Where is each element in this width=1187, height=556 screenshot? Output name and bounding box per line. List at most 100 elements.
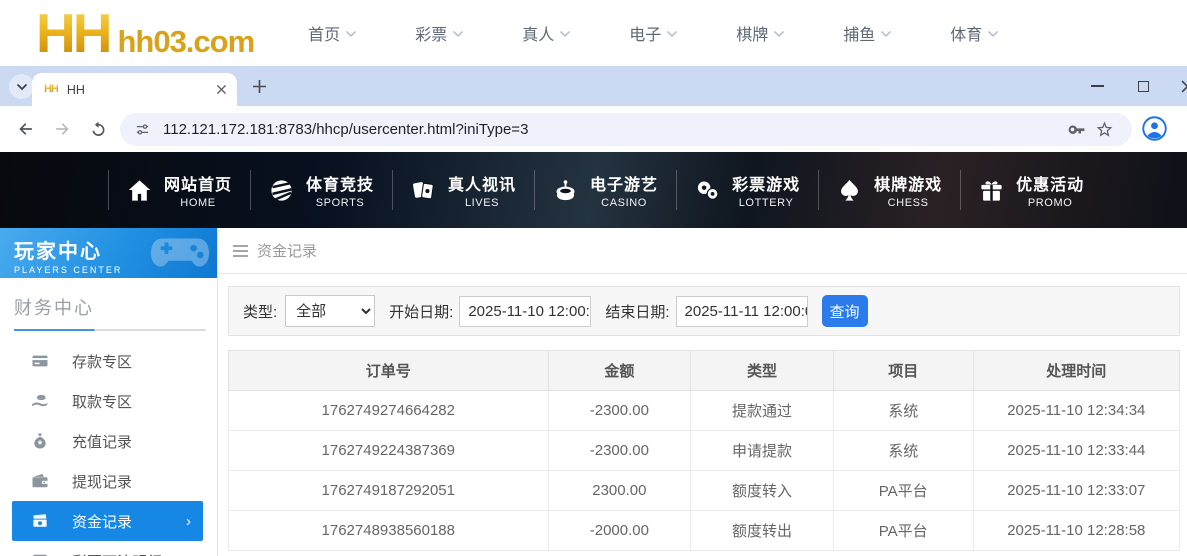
site-logo[interactable]: HH hh03.com bbox=[36, 6, 254, 61]
site-nav-item[interactable]: 首页 bbox=[308, 21, 357, 45]
table-row: 1762749224387369 -2300.00 申请提款 系统 2025-1… bbox=[229, 431, 1180, 471]
chevron-down-icon bbox=[452, 30, 464, 38]
tab-close-icon[interactable] bbox=[216, 84, 227, 95]
gift-icon bbox=[978, 177, 1005, 204]
game-nav-item[interactable]: 优惠活动 PROMO bbox=[960, 152, 1102, 228]
tab-title: HH bbox=[67, 83, 216, 97]
new-tab-button[interactable] bbox=[247, 74, 271, 98]
game-nav-item[interactable]: 体育竞技 SPORTS bbox=[250, 152, 392, 228]
back-button[interactable] bbox=[12, 115, 40, 143]
site-nav-item[interactable]: 真人 bbox=[522, 21, 571, 45]
game-nav-item[interactable]: 电子游艺 CASINO bbox=[534, 152, 676, 228]
bookmark-star-icon[interactable] bbox=[1090, 116, 1118, 144]
site-nav-label: 首页 bbox=[308, 21, 340, 45]
hamburger-menu-icon[interactable] bbox=[233, 245, 248, 257]
game-nav-item[interactable]: 彩票游戏 LOTTERY bbox=[676, 152, 818, 228]
sidebar-item[interactable]: 取款专区 bbox=[0, 381, 217, 421]
order-id-cell: 1762749274664282 bbox=[229, 391, 549, 431]
section-underline bbox=[14, 329, 206, 331]
game-nav-label-zh: 棋牌游戏 bbox=[874, 171, 942, 195]
time-cell: 2025-11-10 12:33:44 bbox=[973, 431, 1179, 471]
cash-record-icon bbox=[30, 511, 50, 531]
end-date-input[interactable] bbox=[676, 296, 808, 327]
game-nav: 网站首页 HOME 体育竞技 SPORTS 真人视讯 LIVES 电子游艺 CA… bbox=[0, 152, 1187, 228]
chevron-down-icon bbox=[16, 83, 28, 91]
gamepad-icon bbox=[149, 230, 211, 274]
site-info-icon[interactable] bbox=[134, 121, 151, 138]
sidebar-item-label: 充值记录 bbox=[72, 431, 132, 452]
site-nav-item[interactable]: 体育 bbox=[950, 21, 999, 45]
game-nav-label-en: PROMO bbox=[1028, 197, 1073, 209]
sidebar-item[interactable]: 提现记录 bbox=[0, 461, 217, 501]
table-header-row: 订单号金额类型项目处理时间 bbox=[229, 351, 1180, 391]
password-key-icon[interactable] bbox=[1062, 116, 1090, 144]
sidebar-header: 玩家中心 PLAYERS CENTER bbox=[0, 228, 217, 278]
type-select[interactable]: 全部 bbox=[285, 295, 375, 327]
table-header-cell: 金额 bbox=[548, 351, 691, 391]
reload-icon bbox=[89, 120, 108, 139]
game-nav-item[interactable]: 网站首页 HOME bbox=[108, 152, 250, 228]
sidebar-item[interactable]: 充值记录 bbox=[0, 421, 217, 461]
browser-toolbar: 112.121.172.181:8783/hhcp/usercenter.htm… bbox=[0, 106, 1187, 152]
table-header-cell: 处理时间 bbox=[973, 351, 1179, 391]
sports-ball-icon bbox=[268, 177, 295, 204]
window-maximize-button[interactable] bbox=[1128, 72, 1158, 100]
project-cell: 系统 bbox=[833, 391, 973, 431]
site-nav-label: 体育 bbox=[950, 21, 982, 45]
sidebar-item-label: 存款专区 bbox=[72, 351, 132, 372]
end-date-label: 结束日期: bbox=[605, 301, 669, 322]
lottery-balls-icon bbox=[694, 177, 721, 204]
amount-cell: 2300.00 bbox=[548, 471, 691, 511]
chevron-down-icon bbox=[559, 30, 571, 38]
records-table: 订单号金额类型项目处理时间 1762749274664282 -2300.00 … bbox=[228, 350, 1180, 551]
sidebar-item[interactable]: 资金记录 › bbox=[12, 501, 203, 541]
type-cell: 提款通过 bbox=[691, 391, 834, 431]
site-nav-item[interactable]: 棋牌 bbox=[736, 21, 785, 45]
game-nav-label-zh: 电子游艺 bbox=[590, 171, 658, 195]
sidebar-item-label: 取款专区 bbox=[72, 391, 132, 412]
game-nav-label-en: CHESS bbox=[888, 197, 929, 209]
address-bar[interactable]: 112.121.172.181:8783/hhcp/usercenter.htm… bbox=[120, 113, 1132, 146]
site-nav-label: 真人 bbox=[522, 21, 554, 45]
amount-cell: -2000.00 bbox=[548, 511, 691, 551]
sidebar-menu: 存款专区 取款专区 充值记录 提现记录 bbox=[0, 341, 217, 556]
browser-tab[interactable]: HH HH bbox=[32, 73, 237, 106]
logo-domain: hh03.com bbox=[117, 24, 254, 60]
sidebar-item[interactable]: 彩票下注明细 bbox=[0, 541, 217, 556]
hand-coins-icon bbox=[30, 391, 50, 411]
home-icon bbox=[126, 177, 153, 204]
chevron-right-icon: › bbox=[186, 513, 191, 530]
sidebar-item-label: 彩票下注明细 bbox=[72, 551, 162, 556]
site-nav-item[interactable]: 彩票 bbox=[415, 21, 464, 45]
maximize-icon bbox=[1138, 81, 1149, 92]
window-minimize-button[interactable] bbox=[1082, 72, 1112, 100]
amount-cell: -2300.00 bbox=[548, 391, 691, 431]
time-cell: 2025-11-10 12:34:34 bbox=[973, 391, 1179, 431]
game-nav-label-en: CASINO bbox=[601, 197, 647, 209]
order-id-cell: 1762749187292051 bbox=[229, 471, 549, 511]
profile-avatar[interactable] bbox=[1141, 115, 1168, 147]
type-label: 类型: bbox=[243, 301, 277, 322]
game-nav-label-zh: 真人视讯 bbox=[448, 171, 516, 195]
game-nav-item[interactable]: 真人视讯 LIVES bbox=[392, 152, 534, 228]
tab-search-button[interactable] bbox=[9, 74, 34, 99]
forward-button[interactable] bbox=[48, 115, 76, 143]
game-nav-item[interactable]: 棋牌游戏 CHESS bbox=[818, 152, 960, 228]
breadcrumb-label: 资金记录 bbox=[257, 240, 317, 261]
roulette-icon bbox=[552, 177, 579, 204]
search-button[interactable]: 查询 bbox=[822, 295, 868, 327]
finance-section: 财务中心 bbox=[0, 278, 217, 331]
finance-section-title: 财务中心 bbox=[14, 294, 203, 320]
start-date-input[interactable] bbox=[459, 296, 591, 327]
site-nav-item[interactable]: 电子 bbox=[629, 21, 678, 45]
site-nav-item[interactable]: 捕鱼 bbox=[843, 21, 892, 45]
table-row: 1762748938560188 -2000.00 额度转出 PA平台 2025… bbox=[229, 511, 1180, 551]
url-text[interactable]: 112.121.172.181:8783/hhcp/usercenter.htm… bbox=[163, 121, 1062, 138]
window-close-button[interactable] bbox=[1172, 72, 1187, 100]
game-nav-label-zh: 体育竞技 bbox=[306, 171, 374, 195]
project-cell: PA平台 bbox=[833, 511, 973, 551]
reload-button[interactable] bbox=[84, 115, 112, 143]
sidebar-item[interactable]: 存款专区 bbox=[0, 341, 217, 381]
cards-icon bbox=[410, 177, 437, 204]
sidebar-item-label: 资金记录 bbox=[72, 511, 132, 532]
